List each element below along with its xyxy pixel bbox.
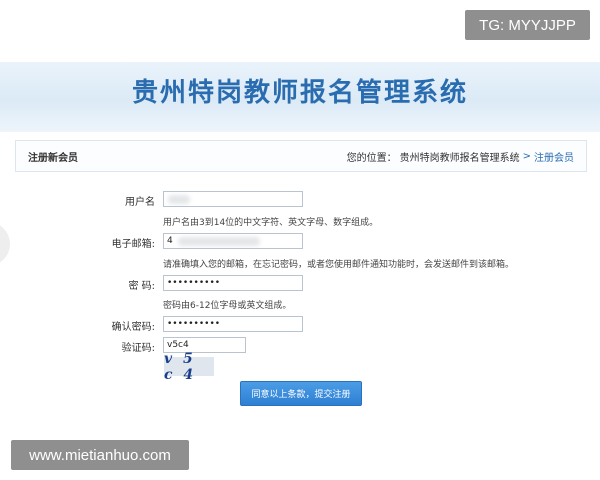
breadcrumb-current-link[interactable]: 注册会员 — [534, 149, 574, 164]
redacted-username — [168, 195, 190, 204]
password-hint: 密码由6-12位字母或英文组成。 — [163, 301, 292, 311]
page-navbar: 注册新会员 您的位置： 贵州特岗教师报名管理系统 > 注册会员 — [15, 140, 587, 172]
captcha-label: 验证码: — [121, 343, 155, 354]
site-watermark: www.mietianhuo.com — [11, 440, 189, 470]
captcha-row: 验证码: v5c4 — [0, 337, 600, 355]
breadcrumb: 您的位置： 贵州特岗教师报名管理系统 > 注册会员 — [347, 149, 574, 164]
password-row: 密 码: •••••••••• — [0, 275, 600, 293]
email-value: 4 — [167, 236, 173, 246]
confirm-password-row: 确认密码: •••••••••• — [0, 316, 600, 334]
email-input[interactable]: 4 — [163, 233, 303, 249]
captcha-image[interactable]: v 5 c 4 — [164, 351, 214, 383]
email-row: 电子邮箱: 4 — [0, 233, 600, 251]
tg-watermark-badge: TG: MYYJJPP — [465, 10, 590, 40]
username-label: 用户名 — [125, 197, 155, 208]
username-row: 用户名 — [0, 191, 600, 209]
email-hint: 请准确填入您的邮箱，在忘记密码，或者您使用邮件通知功能时，会发送邮件到该邮箱。 — [163, 260, 515, 270]
section-title: 注册新会员 — [28, 152, 78, 164]
site-title: 贵州特岗教师报名管理系统 — [131, 78, 468, 108]
email-label: 电子邮箱: — [111, 239, 155, 250]
password-input[interactable]: •••••••••• — [163, 275, 303, 291]
username-hint: 用户名由3到14位的中文字符、英文字母、数字组成。 — [163, 218, 379, 228]
password-label: 密 码: — [128, 281, 155, 292]
breadcrumb-prefix: 您的位置： — [346, 152, 397, 164]
breadcrumb-separator: > — [522, 150, 531, 162]
redacted-email — [178, 237, 260, 246]
submit-register-button[interactable]: 同意以上条款，提交注册 — [240, 381, 362, 406]
confirm-password-label: 确认密码: — [111, 322, 155, 333]
breadcrumb-home-link[interactable]: 贵州特岗教师报名管理系统 — [400, 149, 520, 164]
username-input[interactable] — [163, 191, 303, 207]
confirm-password-input[interactable]: •••••••••• — [163, 316, 303, 332]
